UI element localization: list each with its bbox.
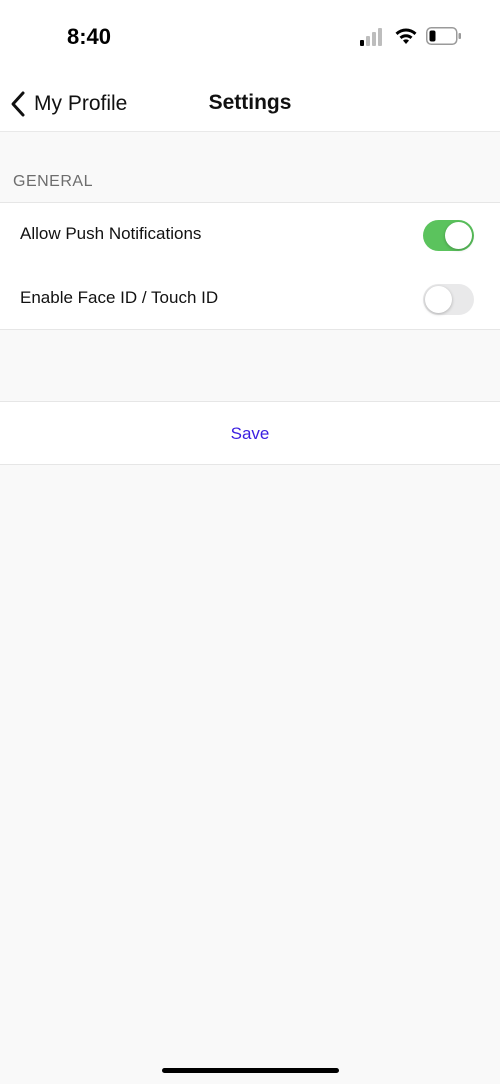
status-bar: 8:40 bbox=[0, 0, 500, 76]
wifi-icon bbox=[395, 28, 417, 44]
page-title: Settings bbox=[208, 91, 292, 114]
row-label: Allow Push Notifications bbox=[20, 224, 202, 243]
push-notifications-toggle[interactable] bbox=[423, 220, 474, 251]
save-group: Save bbox=[0, 401, 500, 465]
home-indicator[interactable] bbox=[162, 1068, 339, 1073]
face-id-toggle[interactable] bbox=[423, 284, 474, 315]
general-settings-group: Allow Push Notifications Enable Face ID … bbox=[0, 202, 500, 330]
save-button[interactable]: Save bbox=[0, 402, 500, 466]
settings-screen: 8:40 My Profile Settings GENERAL Allow P… bbox=[0, 0, 500, 1084]
signal-icon bbox=[360, 28, 382, 46]
toggle-knob bbox=[445, 222, 472, 249]
section-header-general: GENERAL bbox=[13, 173, 93, 190]
toggle-knob bbox=[425, 286, 452, 313]
settings-row-face-id: Enable Face ID / Touch ID bbox=[0, 267, 500, 331]
status-time: 8:40 bbox=[67, 24, 112, 49]
battery-icon bbox=[426, 27, 461, 45]
settings-row-push-notifications: Allow Push Notifications bbox=[0, 203, 500, 267]
navigation-bar: My Profile Settings bbox=[0, 76, 500, 132]
row-label: Enable Face ID / Touch ID bbox=[20, 288, 219, 307]
